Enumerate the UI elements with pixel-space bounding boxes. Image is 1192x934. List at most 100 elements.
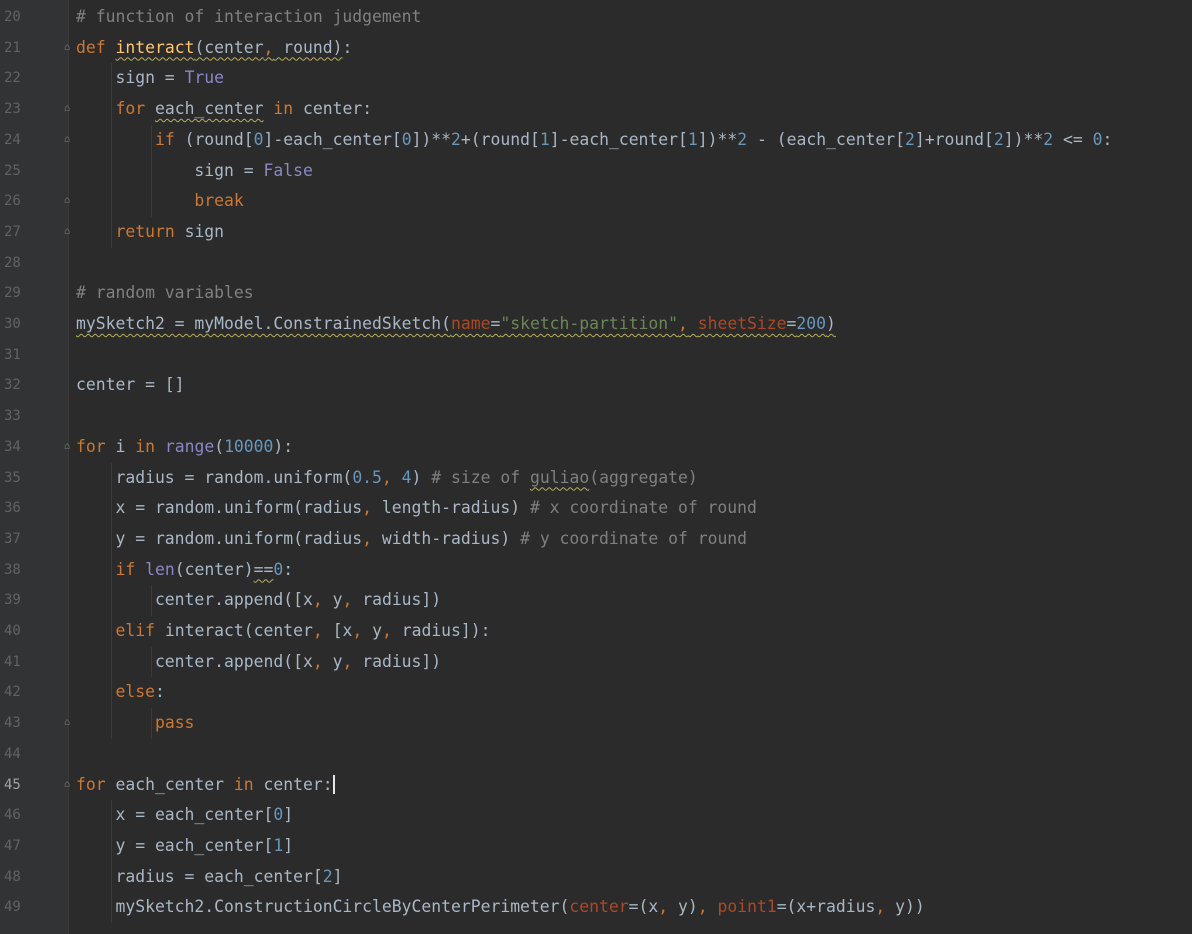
- code-line[interactable]: 42 else:: [0, 677, 1192, 708]
- code-text[interactable]: break: [76, 186, 243, 217]
- code-line[interactable]: 30 mySketch2 = myModel.ConstrainedSketch(…: [0, 309, 1192, 340]
- code-text[interactable]: if len(center)==0:: [76, 555, 293, 586]
- line-number: 39: [4, 592, 21, 609]
- indent-guide: [111, 63, 112, 248]
- code-line[interactable]: 32 center = []: [0, 370, 1192, 401]
- line-number: 26: [4, 193, 21, 210]
- code-line[interactable]: 46 x = each_center[0]: [0, 800, 1192, 831]
- line-number: 38: [4, 561, 21, 578]
- code-text[interactable]: elif interact(center, [x, y, radius]):: [76, 616, 490, 647]
- code-text[interactable]: center.append([x, y, radius]): [76, 585, 441, 616]
- code-text[interactable]: radius = random.uniform(0.5, 4) # size o…: [76, 463, 697, 494]
- line-number: 32: [4, 377, 21, 394]
- line-number: 47: [4, 837, 21, 854]
- code-line[interactable]: 41 center.append([x, y, radius]): [0, 647, 1192, 678]
- indent-guide: [151, 585, 152, 616]
- indent-guide: [151, 646, 152, 678]
- fold-marker-icon[interactable]: ⌂: [61, 186, 73, 217]
- code-line[interactable]: 28: [0, 248, 1192, 279]
- line-number: 30: [4, 316, 21, 332]
- code-text[interactable]: mySketch2 = myModel.ConstrainedSketch(na…: [76, 309, 836, 340]
- code-text[interactable]: sign = True: [76, 63, 224, 94]
- line-number: 22: [4, 70, 21, 87]
- indent-guide: [151, 124, 152, 217]
- code-line[interactable]: 24 ⌂ if (round[0]-each_center[0])**2+(rou…: [0, 125, 1192, 156]
- code-line[interactable]: 20 # function of interaction judgement: [0, 2, 1192, 33]
- code-line[interactable]: 39 center.append([x, y, radius]): [0, 585, 1192, 616]
- code-text[interactable]: pass: [76, 708, 194, 739]
- fold-marker-icon[interactable]: ⌂: [61, 125, 73, 156]
- line-number: 48: [4, 868, 21, 885]
- code-text[interactable]: for each_center in center:: [76, 770, 335, 801]
- line-number: 23: [4, 101, 21, 118]
- code-line[interactable]: 29 # random variables: [0, 278, 1192, 309]
- line-number: 40: [4, 623, 21, 639]
- code-line[interactable]: 34 ⌂ for i in range(10000):: [0, 432, 1192, 463]
- line-number: 27: [4, 223, 21, 240]
- line-number: 37: [4, 530, 21, 547]
- line-number: 31: [4, 346, 21, 363]
- code-line[interactable]: 31: [0, 340, 1192, 371]
- code-text[interactable]: # function of interaction judgement: [76, 2, 421, 33]
- code-line[interactable]: 35 radius = random.uniform(0.5, 4) # siz…: [0, 463, 1192, 494]
- fold-marker-icon[interactable]: ⌂: [61, 770, 73, 801]
- line-number: 28: [4, 254, 21, 271]
- code-line[interactable]: 37 y = random.uniform(radius, width-radi…: [0, 524, 1192, 555]
- code-text[interactable]: # random variables: [76, 278, 254, 309]
- code-text[interactable]: x = random.uniform(radius, length-radius…: [76, 493, 756, 524]
- line-number: 36: [4, 500, 21, 517]
- code-text[interactable]: return sign: [76, 217, 224, 248]
- line-number: 49: [4, 899, 21, 916]
- code-line[interactable]: 23 ⌂ for each_center in center:: [0, 94, 1192, 125]
- code-text[interactable]: center.append([x, y, radius]): [76, 647, 441, 678]
- code-text[interactable]: def interact(center, round):: [76, 33, 352, 64]
- fold-marker-icon[interactable]: ⌂: [61, 708, 73, 739]
- fold-marker-icon[interactable]: ⌂: [61, 432, 73, 463]
- code-line[interactable]: 25 sign = False: [0, 156, 1192, 187]
- code-line[interactable]: 45 ⌂ for each_center in center:: [0, 770, 1192, 801]
- indent-guide: [111, 800, 112, 923]
- code-line[interactable]: 44: [0, 739, 1192, 770]
- line-number: 34: [4, 438, 21, 455]
- code-text[interactable]: x = each_center[0]: [76, 800, 293, 831]
- code-text[interactable]: for each_center in center:: [76, 94, 372, 125]
- code-text[interactable]: for i in range(10000):: [76, 432, 293, 463]
- code-text[interactable]: else:: [76, 677, 164, 708]
- code-text[interactable]: center = []: [76, 370, 185, 401]
- code-line[interactable]: 22 sign = True: [0, 63, 1192, 94]
- code-line[interactable]: 36 x = random.uniform(radius, length-rad…: [0, 493, 1192, 524]
- code-text[interactable]: y = random.uniform(radius, width-radius)…: [76, 524, 747, 555]
- line-number: 35: [4, 469, 21, 486]
- line-number: 45: [4, 776, 21, 793]
- line-number: 42: [4, 684, 21, 701]
- fold-marker-icon[interactable]: ⌂: [61, 217, 73, 248]
- code-text[interactable]: if (round[0]-each_center[0])**2+(round[1…: [76, 125, 1112, 156]
- indent-guide: [151, 708, 152, 739]
- code-line[interactable]: 43 ⌂ pass: [0, 708, 1192, 739]
- code-line[interactable]: 33: [0, 401, 1192, 432]
- code-line[interactable]: 49 mySketch2.ConstructionCircleByCenterP…: [0, 892, 1192, 923]
- code-text[interactable]: y = each_center[1]: [76, 831, 293, 862]
- line-number: 24: [4, 131, 21, 148]
- code-line[interactable]: 40 elif interact(center, [x, y, radius])…: [0, 616, 1192, 647]
- line-number: 20: [4, 9, 21, 25]
- line-number: 46: [4, 807, 21, 824]
- text-caret: [332, 774, 335, 794]
- code-editor[interactable]: 20 # function of interaction judgement 21 ⌂…: [0, 0, 1192, 934]
- line-number: 21: [4, 39, 21, 56]
- code-line[interactable]: 26 ⌂ break: [0, 186, 1192, 217]
- code-line[interactable]: 21 ⌂ def interact(center, round):: [0, 33, 1192, 64]
- indent-guide: [111, 462, 112, 739]
- line-number: 41: [4, 653, 21, 670]
- line-number: 29: [4, 285, 21, 302]
- fold-marker-icon[interactable]: ⌂: [61, 33, 73, 64]
- line-number: 33: [4, 408, 21, 425]
- code-text[interactable]: mySketch2.ConstructionCircleByCenterPeri…: [76, 892, 924, 923]
- fold-marker-icon[interactable]: ⌂: [61, 94, 73, 125]
- code-line[interactable]: 38 if len(center)==0:: [0, 555, 1192, 586]
- code-line[interactable]: 48 radius = each_center[2]: [0, 862, 1192, 893]
- code-line[interactable]: 27 ⌂ return sign: [0, 217, 1192, 248]
- code-line[interactable]: 47 y = each_center[1]: [0, 831, 1192, 862]
- code-text[interactable]: radius = each_center[2]: [76, 862, 342, 893]
- line-number: 25: [4, 162, 21, 179]
